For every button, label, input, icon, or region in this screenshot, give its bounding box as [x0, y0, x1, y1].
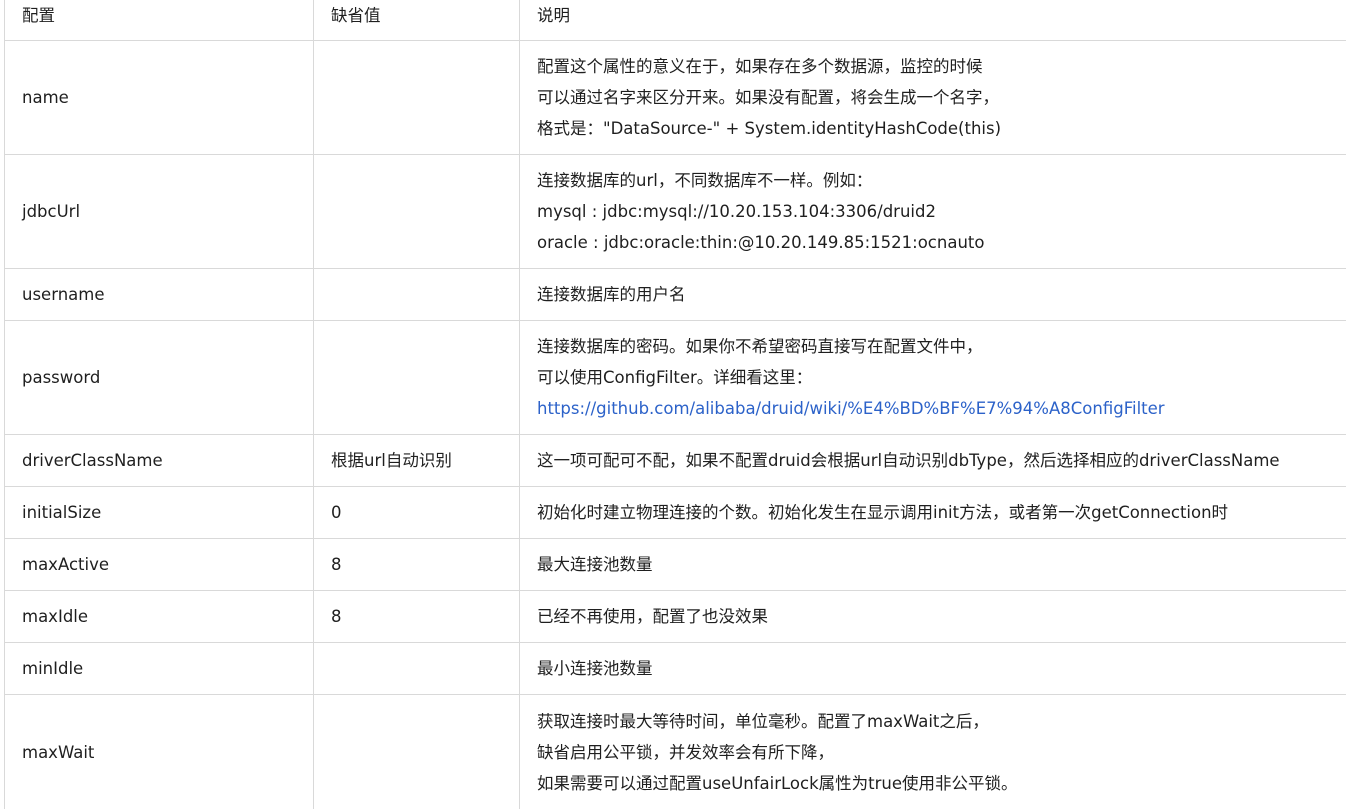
config-name: name [5, 41, 314, 154]
default-value [314, 41, 520, 154]
header-default-value: 缺省值 [314, 0, 520, 40]
table-row: maxIdle 8 已经不再使用，配置了也没效果 [5, 591, 1346, 643]
description-line: 连接数据库的url，不同数据库不一样。例如： [537, 171, 873, 190]
description: 最小连接池数量 [520, 643, 1346, 694]
description: 已经不再使用，配置了也没效果 [520, 591, 1346, 642]
default-value [314, 695, 520, 809]
description-line: 最大连接池数量 [537, 555, 653, 574]
config-name: minIdle [5, 643, 314, 694]
description-line: 配置这个属性的意义在于，如果存在多个数据源，监控的时候 [537, 57, 983, 76]
default-value [314, 269, 520, 320]
config-name: maxWait [5, 695, 314, 809]
config-table: 配置 缺省值 说明 name 配置这个属性的意义在于，如果存在多个数据源，监控的… [4, 0, 1346, 809]
description-line: 初始化时建立物理连接的个数。初始化发生在显示调用init方法，或者第一次getC… [537, 503, 1229, 522]
table-header-row: 配置 缺省值 说明 [5, 0, 1346, 41]
default-value [314, 155, 520, 268]
description: 最大连接池数量 [520, 539, 1346, 590]
table-row: maxWait 获取连接时最大等待时间，单位毫秒。配置了maxWait之后， 缺… [5, 695, 1346, 809]
table-row: minIdle 最小连接池数量 [5, 643, 1346, 695]
default-value: 8 [314, 591, 520, 642]
table-row: name 配置这个属性的意义在于，如果存在多个数据源，监控的时候 可以通过名字来… [5, 41, 1346, 155]
description-line: 可以通过名字来区分开来。如果没有配置，将会生成一个名字， [537, 88, 999, 107]
default-value: 0 [314, 487, 520, 538]
description: 配置这个属性的意义在于，如果存在多个数据源，监控的时候 可以通过名字来区分开来。… [520, 41, 1346, 154]
description-line: 缺省启用公平锁，并发效率会有所下降， [537, 742, 834, 762]
description: 连接数据库的url，不同数据库不一样。例如： mysql : jdbc:mysq… [520, 155, 1346, 268]
description-line: 连接数据库的密码。如果你不希望密码直接写在配置文件中， [537, 337, 983, 356]
description-line: 最小连接池数量 [537, 659, 653, 678]
header-config: 配置 [5, 0, 314, 40]
config-name: password [5, 321, 314, 434]
description-line: 这一项可配可不配，如果不配置druid会根据url自动识别dbType，然后选择… [537, 451, 1280, 470]
default-value: 8 [314, 539, 520, 590]
default-value [314, 643, 520, 694]
table-row: password 连接数据库的密码。如果你不希望密码直接写在配置文件中， 可以使… [5, 321, 1346, 435]
config-name: username [5, 269, 314, 320]
description-line: 连接数据库的用户名 [537, 285, 686, 304]
header-description: 说明 [537, 6, 570, 25]
description-line: 如果需要可以通过配置useUnfairLock属性为true使用非公平锁。 [537, 773, 1018, 793]
description-line: 获取连接时最大等待时间，单位毫秒。配置了maxWait之后， [537, 711, 989, 731]
config-name: jdbcUrl [5, 155, 314, 268]
description-line: 格式是："DataSource-" + System.identityHashC… [537, 119, 1002, 138]
description: 连接数据库的密码。如果你不希望密码直接写在配置文件中， 可以使用ConfigFi… [520, 321, 1346, 434]
table-row: username 连接数据库的用户名 [5, 269, 1346, 321]
config-name: maxIdle [5, 591, 314, 642]
table-row: maxActive 8 最大连接池数量 [5, 539, 1346, 591]
default-value [314, 321, 520, 434]
table-row: initialSize 0 初始化时建立物理连接的个数。初始化发生在显示调用in… [5, 487, 1346, 539]
description: 连接数据库的用户名 [520, 269, 1346, 320]
table-row: driverClassName 根据url自动识别 这一项可配可不配，如果不配置… [5, 435, 1346, 487]
table-row: jdbcUrl 连接数据库的url，不同数据库不一样。例如： mysql : j… [5, 155, 1346, 269]
config-name: initialSize [5, 487, 314, 538]
config-name: driverClassName [5, 435, 314, 486]
description-line: 已经不再使用，配置了也没效果 [537, 607, 768, 626]
default-value: 根据url自动识别 [314, 435, 520, 486]
config-name: maxActive [5, 539, 314, 590]
description: 这一项可配可不配，如果不配置druid会根据url自动识别dbType，然后选择… [520, 435, 1346, 486]
description-line: mysql : jdbc:mysql://10.20.153.104:3306/… [537, 202, 936, 221]
description-line: 可以使用ConfigFilter。详细看这里： [537, 368, 813, 387]
config-filter-wiki-link[interactable]: https://github.com/alibaba/druid/wiki/%E… [537, 393, 1346, 424]
description: 获取连接时最大等待时间，单位毫秒。配置了maxWait之后， 缺省启用公平锁，并… [520, 695, 1346, 809]
description-line: oracle : jdbc:oracle:thin:@10.20.149.85:… [537, 233, 985, 252]
description: 初始化时建立物理连接的个数。初始化发生在显示调用init方法，或者第一次getC… [520, 487, 1346, 538]
